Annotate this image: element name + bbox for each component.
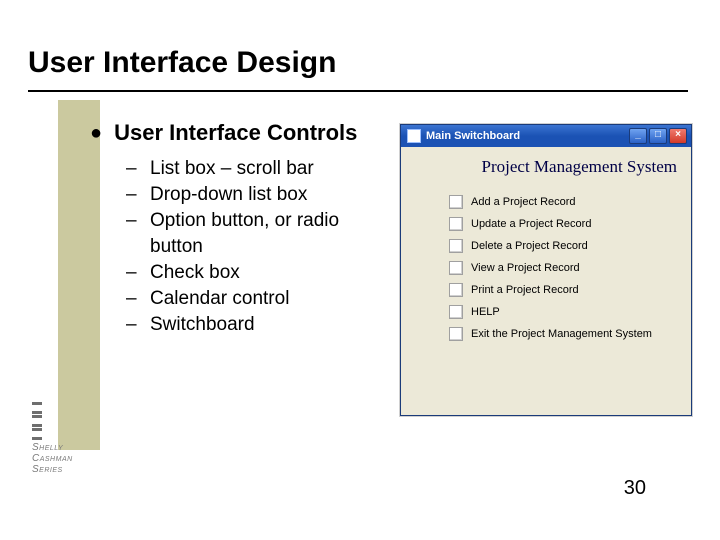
item-box-icon bbox=[449, 305, 463, 319]
switchboard-item[interactable]: Update a Project Record bbox=[449, 213, 691, 235]
item-box-icon bbox=[449, 327, 463, 341]
switchboard-item[interactable]: Print a Project Record bbox=[449, 279, 691, 301]
logo-line-3: Series bbox=[32, 464, 122, 475]
switchboard-item[interactable]: View a Project Record bbox=[449, 257, 691, 279]
window-title: Main Switchboard bbox=[426, 130, 520, 142]
sub-item-text: Calendar control bbox=[150, 286, 289, 312]
switchboard-item-label: Update a Project Record bbox=[471, 218, 591, 230]
switchboard-items: Add a Project Record Update a Project Re… bbox=[401, 187, 691, 345]
sub-bullet-list: –List box – scroll bar –Drop-down list b… bbox=[126, 156, 380, 338]
title-underline bbox=[28, 90, 688, 92]
sub-item: –Drop-down list box bbox=[126, 182, 380, 208]
switchboard-item[interactable]: Delete a Project Record bbox=[449, 235, 691, 257]
item-box-icon bbox=[449, 195, 463, 209]
item-box-icon bbox=[449, 261, 463, 275]
bullet-text: User Interface Controls bbox=[114, 120, 357, 146]
item-box-icon bbox=[449, 239, 463, 253]
sub-item: –Calendar control bbox=[126, 286, 380, 312]
close-button[interactable]: × bbox=[669, 128, 687, 144]
switchboard-item-label: Delete a Project Record bbox=[471, 240, 588, 252]
window-titlebar: Main Switchboard _ □ × bbox=[401, 125, 691, 147]
switchboard-item-label: HELP bbox=[471, 306, 500, 318]
logo-line-1: Shelly bbox=[32, 442, 122, 453]
logo-line-2: Cashman bbox=[32, 453, 122, 464]
sub-item-text: List box – scroll bar bbox=[150, 156, 314, 182]
sub-item-text: Drop-down list box bbox=[150, 182, 307, 208]
sub-item-text: Check box bbox=[150, 260, 240, 286]
item-box-icon bbox=[449, 217, 463, 231]
page-number: 30 bbox=[624, 477, 646, 500]
maximize-button[interactable]: □ bbox=[649, 128, 667, 144]
switchboard-item-label: View a Project Record bbox=[471, 262, 580, 274]
minimize-button[interactable]: _ bbox=[629, 128, 647, 144]
content-block: ● User Interface Controls –List box – sc… bbox=[90, 120, 380, 338]
sub-item-text: Option button, or radio button bbox=[150, 208, 380, 260]
item-box-icon bbox=[449, 283, 463, 297]
sub-item-text: Switchboard bbox=[150, 312, 255, 338]
window-buttons: _ □ × bbox=[629, 128, 687, 144]
sub-item: –Check box bbox=[126, 260, 380, 286]
bullet-row: ● User Interface Controls bbox=[90, 120, 380, 146]
switchboard-item-label: Exit the Project Management System bbox=[471, 328, 652, 340]
slide-title: User Interface Design bbox=[28, 46, 336, 80]
switchboard-item[interactable]: Add a Project Record bbox=[449, 191, 691, 213]
slide: Shelly Cashman Series User Interface Des… bbox=[0, 0, 720, 540]
switchboard-item-label: Add a Project Record bbox=[471, 196, 576, 208]
switchboard-item-label: Print a Project Record bbox=[471, 284, 579, 296]
switchboard-heading: Project Management System bbox=[401, 147, 691, 187]
app-icon bbox=[407, 129, 421, 143]
switchboard-window: Main Switchboard _ □ × Project Managemen… bbox=[400, 124, 692, 416]
series-logo: Shelly Cashman Series bbox=[32, 402, 122, 470]
bullet-dot-icon: ● bbox=[90, 120, 102, 146]
switchboard-item[interactable]: HELP bbox=[449, 301, 691, 323]
sub-item: –Switchboard bbox=[126, 312, 380, 338]
switchboard-item[interactable]: Exit the Project Management System bbox=[449, 323, 691, 345]
sub-item: –Option button, or radio button bbox=[126, 208, 380, 260]
sub-item: –List box – scroll bar bbox=[126, 156, 380, 182]
